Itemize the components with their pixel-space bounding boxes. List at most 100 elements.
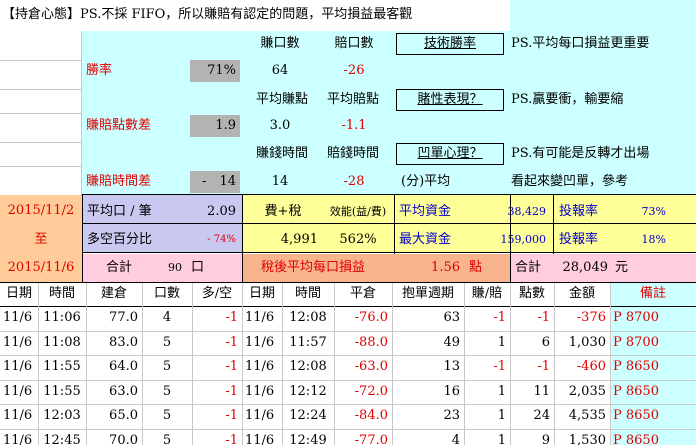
time-diff-value: 14 bbox=[219, 174, 236, 189]
col-header-open-date: 日期 bbox=[5, 286, 32, 301]
note-avg-pnl: PS.平均每口損益更重要 bbox=[511, 36, 650, 51]
grand-total-unit: 元 bbox=[615, 260, 629, 275]
cell-open-time: 12:03 bbox=[43, 408, 81, 423]
efficiency-value: 562% bbox=[339, 232, 377, 247]
page-title: 【持倉心態】PS.不採 FIFO，所以賺賠有認定的問題，平均損益最客觀 bbox=[2, 7, 413, 22]
avg-loss-pts-header: 平均賠點 bbox=[326, 92, 379, 107]
cell-hold-minutes: 49 bbox=[443, 334, 460, 350]
cell-close-date: 11/6 bbox=[245, 310, 275, 325]
spreadsheet: 【持倉心態】PS.不採 FIFO，所以賺賠有認定的問題，平均損益最客觀 賺口數 … bbox=[0, 0, 696, 445]
col-header-points: 點數 bbox=[518, 286, 545, 301]
cell-amount: 2,035 bbox=[568, 383, 606, 399]
cell-win-loss: 1 bbox=[497, 383, 506, 399]
cell-lots: 5 bbox=[162, 383, 172, 399]
fee-tax-label: 費+稅 bbox=[264, 204, 302, 219]
cell-lots: 5 bbox=[162, 432, 172, 445]
date-to: 2015/11/6 bbox=[7, 260, 75, 275]
cell-close-date: 11/6 bbox=[245, 383, 275, 399]
cell-open-price: 83.0 bbox=[109, 334, 138, 350]
cell-close-price: -84.0 bbox=[354, 408, 388, 423]
cell-open-price: 63.0 bbox=[109, 383, 138, 399]
cell-open-time: 11:55 bbox=[43, 359, 81, 374]
cell-open-date: 11/6 bbox=[3, 408, 33, 423]
loss-count-header: 賠口數 bbox=[334, 36, 374, 51]
cell-points: 6 bbox=[541, 334, 550, 350]
col-header-open-price: 建倉 bbox=[100, 286, 127, 301]
cell-open-price: 65.0 bbox=[109, 408, 138, 423]
cell-close-time: 12:49 bbox=[289, 432, 327, 445]
cell-open-date: 11/6 bbox=[3, 383, 33, 399]
win-rate-value: 71% bbox=[190, 60, 240, 82]
col-header-win-loss: 賺/賠 bbox=[471, 286, 503, 301]
cell-open-price: 64.0 bbox=[109, 359, 138, 374]
cell-win-loss: 1 bbox=[497, 408, 506, 423]
cell-direction: -1 bbox=[225, 310, 238, 325]
cell-close-price: -77.0 bbox=[354, 432, 388, 445]
cell-close-date: 11/6 bbox=[245, 408, 275, 423]
note-trapped: 看起來變凹單，參考 bbox=[511, 174, 629, 189]
col-header-direction: 多/空 bbox=[201, 286, 233, 301]
cell-lots: 5 bbox=[162, 408, 172, 423]
avg-win-pts-value: 3.0 bbox=[269, 118, 291, 133]
time-diff-sign: - bbox=[202, 174, 207, 189]
cell-close-price: -63.0 bbox=[354, 359, 388, 374]
cell-open-time: 11:55 bbox=[43, 383, 81, 399]
win-count-value: 64 bbox=[271, 63, 289, 78]
cell-open-price: 77.0 bbox=[109, 310, 138, 325]
cell-open-time: 12:45 bbox=[43, 432, 81, 445]
long-short-label: 多空百分比 bbox=[87, 232, 153, 247]
time-diff-label: 賺賠時間差 bbox=[86, 174, 152, 189]
win-time-value: 14 bbox=[271, 174, 289, 189]
total-lots-unit: 口 bbox=[191, 260, 205, 275]
avg-loss-pts-value: -1.1 bbox=[341, 118, 367, 133]
win-time-header: 賺錢時間 bbox=[255, 146, 308, 161]
cell-open-price: 70.0 bbox=[109, 432, 138, 445]
total-label: 合計 bbox=[105, 260, 132, 275]
cell-win-loss: 1 bbox=[497, 432, 506, 445]
cell-direction: -1 bbox=[225, 432, 238, 445]
fee-tax-value: 4,991 bbox=[280, 232, 318, 247]
note-reversal: PS.有可能是反轉才出場 bbox=[511, 146, 650, 161]
col-header-hold-minutes: 抱單週期 bbox=[401, 286, 454, 301]
cell-remark: P 8650 bbox=[613, 408, 659, 423]
cell-close-time: 12:08 bbox=[289, 310, 327, 325]
cell-close-price: -88.0 bbox=[354, 334, 388, 350]
cell-points: 24 bbox=[533, 408, 550, 423]
after-tax-label: 稅後平均每口損益 bbox=[261, 260, 366, 275]
col-header-amount: 金額 bbox=[568, 286, 595, 301]
loss-time-header: 賠錢時間 bbox=[326, 146, 379, 161]
trapped-button[interactable]: 凹單心理？ bbox=[396, 143, 504, 165]
cell-close-time: 12:08 bbox=[289, 359, 327, 374]
cell-remark: P 8700 bbox=[613, 334, 659, 350]
pt-diff-label: 賺賠點數差 bbox=[86, 118, 152, 133]
gambling-button[interactable]: 賭性表現？ bbox=[396, 89, 504, 111]
minutes-avg-label: (分)平均 bbox=[401, 174, 451, 189]
date-to-word: 至 bbox=[34, 232, 48, 247]
cell-points: -1 bbox=[537, 359, 550, 374]
avg-win-pts-header: 平均賺點 bbox=[255, 92, 308, 107]
cell-lots: 4 bbox=[162, 310, 172, 325]
win-count-header: 賺口數 bbox=[260, 36, 300, 51]
cell-hold-minutes: 16 bbox=[443, 383, 460, 399]
cell-lots: 5 bbox=[162, 334, 172, 350]
col-header-close-date: 日期 bbox=[248, 286, 275, 301]
cell-hold-minutes: 63 bbox=[443, 310, 460, 325]
cell-close-time: 11:57 bbox=[289, 334, 327, 350]
cell-direction: -1 bbox=[225, 359, 238, 374]
avg-per-lot-value: 2.09 bbox=[207, 204, 236, 219]
avg-per-lot-label: 平均口 / 筆 bbox=[87, 204, 152, 219]
cell-lots: 5 bbox=[162, 359, 172, 374]
grand-total-label: 合計 bbox=[515, 260, 542, 275]
after-tax-unit: 點 bbox=[469, 260, 483, 275]
cell-open-date: 11/6 bbox=[3, 334, 33, 350]
long-short-value: - 74% bbox=[207, 234, 236, 245]
cell-open-date: 11/6 bbox=[3, 359, 33, 374]
cell-close-price: -76.0 bbox=[354, 310, 388, 325]
cell-hold-minutes: 23 bbox=[443, 408, 460, 423]
cell-direction: -1 bbox=[225, 383, 238, 399]
roi-label-1: 投報率 bbox=[559, 204, 599, 219]
loss-time-value: -28 bbox=[343, 174, 365, 189]
tech-win-rate-button[interactable]: 技術勝率 bbox=[396, 33, 504, 55]
cell-close-time: 12:12 bbox=[289, 383, 327, 399]
col-header-close-price: 平倉 bbox=[349, 286, 376, 301]
